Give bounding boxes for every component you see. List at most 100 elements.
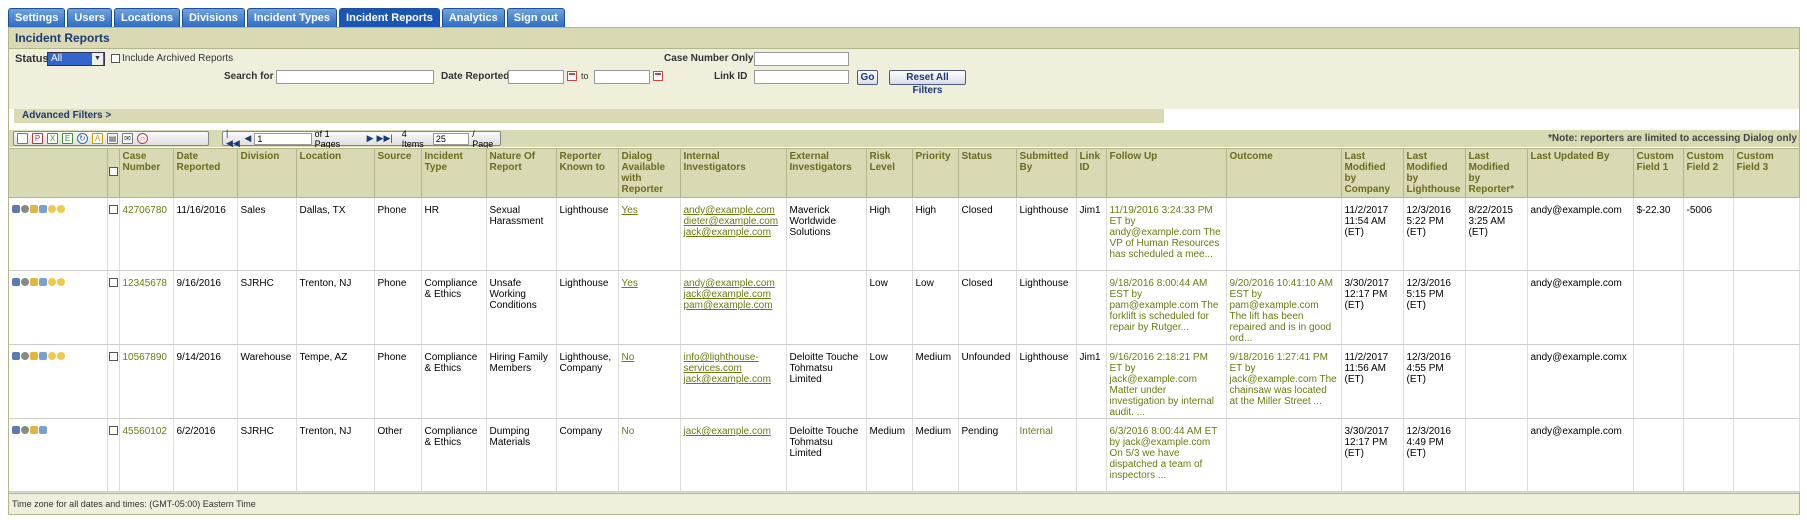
search-icon[interactable]: ○ <box>137 133 148 144</box>
folder-icon[interactable] <box>30 278 38 286</box>
edit-icon[interactable] <box>12 426 20 434</box>
view-icon[interactable] <box>21 426 29 434</box>
column-header[interactable]: Internal Investigators <box>680 149 787 198</box>
column-header[interactable]: Submitted By <box>1016 149 1077 198</box>
column-header[interactable]: Last Modified by Reporter* <box>1465 149 1528 198</box>
dialog-icon[interactable] <box>57 205 65 213</box>
column-header[interactable]: Dialog Available with Reporter <box>618 149 681 198</box>
followup-link[interactable]: 9/18/2016 8:00:44 AM EST by pam@example.… <box>1110 278 1219 333</box>
dialog-icon[interactable] <box>57 278 65 286</box>
column-header[interactable]: Outcome <box>1226 149 1342 198</box>
notes-icon[interactable] <box>39 205 47 213</box>
next-page-icon[interactable]: ▶ <box>367 133 374 144</box>
investigator-link[interactable]: dieter@example.com <box>684 216 783 227</box>
include-archived-checkbox[interactable] <box>111 54 120 63</box>
row-checkbox[interactable] <box>108 426 118 435</box>
edit-icon[interactable] <box>12 205 20 213</box>
last-page-icon[interactable]: ▶▶| <box>377 133 393 144</box>
case-number-link[interactable]: 42706780 <box>123 205 168 216</box>
column-header[interactable]: Priority <box>912 149 959 198</box>
column-header[interactable]: Last Updated By <box>1527 149 1634 198</box>
investigator-link[interactable]: jack@example.com <box>684 426 783 437</box>
case-number-link[interactable]: 45560102 <box>123 426 168 437</box>
print-icon[interactable]: ▤ <box>107 133 118 144</box>
folder-icon[interactable] <box>30 426 38 434</box>
column-header[interactable]: Link ID <box>1076 149 1107 198</box>
view-icon[interactable] <box>21 352 29 360</box>
investigator-link[interactable]: info@lighthouse-services.com <box>684 352 783 374</box>
view-icon[interactable] <box>21 205 29 213</box>
tab-sign-out[interactable]: Sign out <box>506 8 565 27</box>
outcome-link[interactable]: 9/20/2016 10:41:10 AM EST by pam@example… <box>1230 278 1333 344</box>
followup-link[interactable]: 9/16/2016 2:18:21 PM ET by jack@example.… <box>1110 352 1215 418</box>
dialog-icon[interactable] <box>48 205 56 213</box>
calendar-icon[interactable] <box>653 71 663 81</box>
column-header[interactable]: Reporter Known to <box>556 149 619 198</box>
case-number-link[interactable]: 10567890 <box>123 352 168 363</box>
column-header[interactable]: Custom Field 3 <box>1733 149 1800 198</box>
per-page-input[interactable]: 25 <box>432 132 470 145</box>
case-number-input[interactable] <box>754 52 849 66</box>
notes-icon[interactable] <box>39 278 47 286</box>
dialog-link[interactable]: No <box>622 426 635 437</box>
column-header[interactable]: Division <box>237 149 297 198</box>
tab-locations[interactable]: Locations <box>113 8 180 27</box>
column-header[interactable]: Last Modified by Lighthouse <box>1403 149 1466 198</box>
go-button[interactable]: Go <box>857 70 878 85</box>
edit-icon[interactable] <box>12 352 20 360</box>
tab-settings[interactable]: Settings <box>8 8 66 27</box>
column-header[interactable]: Case Number <box>119 149 174 198</box>
folder-icon[interactable] <box>30 352 38 360</box>
row-checkbox[interactable] <box>108 205 118 214</box>
row-checkbox[interactable] <box>108 278 118 287</box>
investigator-link[interactable]: andy@example.com <box>684 278 783 289</box>
view-icon[interactable] <box>21 278 29 286</box>
calendar-icon[interactable] <box>567 71 577 81</box>
column-header[interactable]: Location <box>296 149 375 198</box>
new-document-icon[interactable] <box>17 133 28 144</box>
status-select[interactable]: All ▼ <box>47 52 105 66</box>
notes-icon[interactable] <box>39 426 47 434</box>
archive-icon[interactable]: A <box>92 133 103 144</box>
column-header[interactable]: Follow Up <box>1106 149 1227 198</box>
column-header[interactable]: Status <box>958 149 1017 198</box>
refresh-icon[interactable]: ↻ <box>77 133 88 144</box>
column-header[interactable]: Custom Field 2 <box>1683 149 1734 198</box>
notes-icon[interactable] <box>39 352 47 360</box>
first-page-icon[interactable]: |◀◀ <box>226 128 241 149</box>
tab-incident-reports[interactable]: Incident Reports <box>339 8 440 27</box>
dialog-link[interactable]: No <box>622 352 635 363</box>
investigator-link[interactable]: jack@example.com <box>684 227 783 238</box>
dialog-link[interactable]: Yes <box>622 278 638 289</box>
tab-analytics[interactable]: Analytics <box>441 8 505 27</box>
email-icon[interactable]: ✉ <box>122 133 133 144</box>
column-header[interactable]: Risk Level <box>866 149 913 198</box>
row-checkbox[interactable] <box>108 352 118 361</box>
date-from-input[interactable] <box>508 70 564 84</box>
column-header[interactable]: Last Modified by Company <box>1341 149 1404 198</box>
column-header[interactable]: Custom Field 1 <box>1633 149 1684 198</box>
column-header[interactable]: External Investigators <box>786 149 867 198</box>
column-header[interactable]: Incident Type <box>421 149 487 198</box>
tab-incident-types[interactable]: Incident Types <box>246 8 338 27</box>
investigator-link[interactable]: pam@example.com <box>684 300 783 311</box>
folder-icon[interactable] <box>30 205 38 213</box>
outcome-link[interactable]: 9/18/2016 1:27:41 PM ET by jack@example.… <box>1230 352 1337 407</box>
dialog-icon[interactable] <box>48 278 56 286</box>
date-to-input[interactable] <box>594 70 650 84</box>
dialog-icon[interactable] <box>57 352 65 360</box>
investigator-link[interactable]: jack@example.com <box>684 374 783 385</box>
column-header[interactable]: Nature Of Report <box>486 149 557 198</box>
edit-icon[interactable] <box>12 278 20 286</box>
investigator-link[interactable]: andy@example.com <box>684 205 783 216</box>
reset-filters-button[interactable]: Reset All Filters <box>889 70 966 96</box>
page-number-input[interactable]: 1 <box>254 132 312 145</box>
advanced-filters-toggle[interactable]: Advanced Filters > <box>14 109 1164 123</box>
search-input[interactable] <box>276 70 434 84</box>
followup-link[interactable]: 11/19/2016 3:24:33 PM ET by andy@example… <box>1110 205 1221 260</box>
column-header[interactable]: Source <box>374 149 422 198</box>
tab-users[interactable]: Users <box>67 8 112 27</box>
prev-page-icon[interactable]: ◀ <box>244 133 251 144</box>
column-header[interactable]: Date Reported <box>173 149 238 198</box>
excel-icon[interactable]: X <box>47 133 58 144</box>
